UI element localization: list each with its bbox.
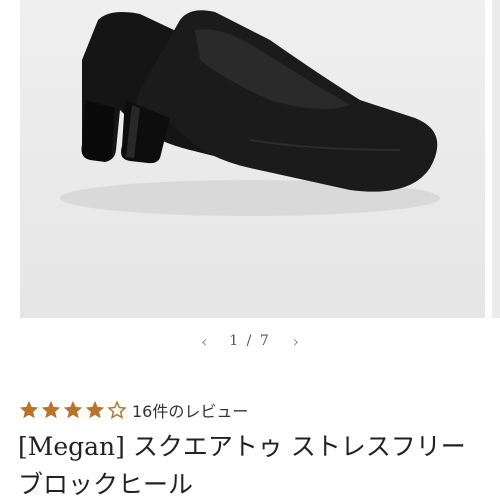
shoes-image (20, 0, 485, 318)
total-pages: 7 (259, 333, 271, 349)
star-filled-icon (41, 400, 61, 419)
star-empty-icon (107, 400, 127, 420)
page-counter: 1 / 7 (229, 333, 270, 349)
star-filled-icon (85, 400, 105, 419)
product-title: [Megan] スクエアトゥ ストレスフリー ブロックヒール (18, 432, 466, 499)
gallery-pager: ‹ 1 / 7 › (0, 328, 500, 354)
product-photo[interactable] (20, 0, 485, 318)
product-rating[interactable]: 16件のレビュー (18, 398, 248, 422)
chevron-left-icon[interactable]: ‹ (191, 328, 217, 354)
current-page: 1 (229, 333, 241, 349)
next-photo-peek[interactable] (492, 0, 500, 318)
product-image-gallery[interactable] (0, 0, 500, 318)
star-filled-icon (63, 400, 83, 419)
review-count-link[interactable]: 16件のレビュー (132, 398, 248, 422)
star-filled-icon (19, 400, 39, 419)
chevron-right-icon[interactable]: › (283, 328, 309, 354)
page-separator: / (246, 333, 254, 349)
